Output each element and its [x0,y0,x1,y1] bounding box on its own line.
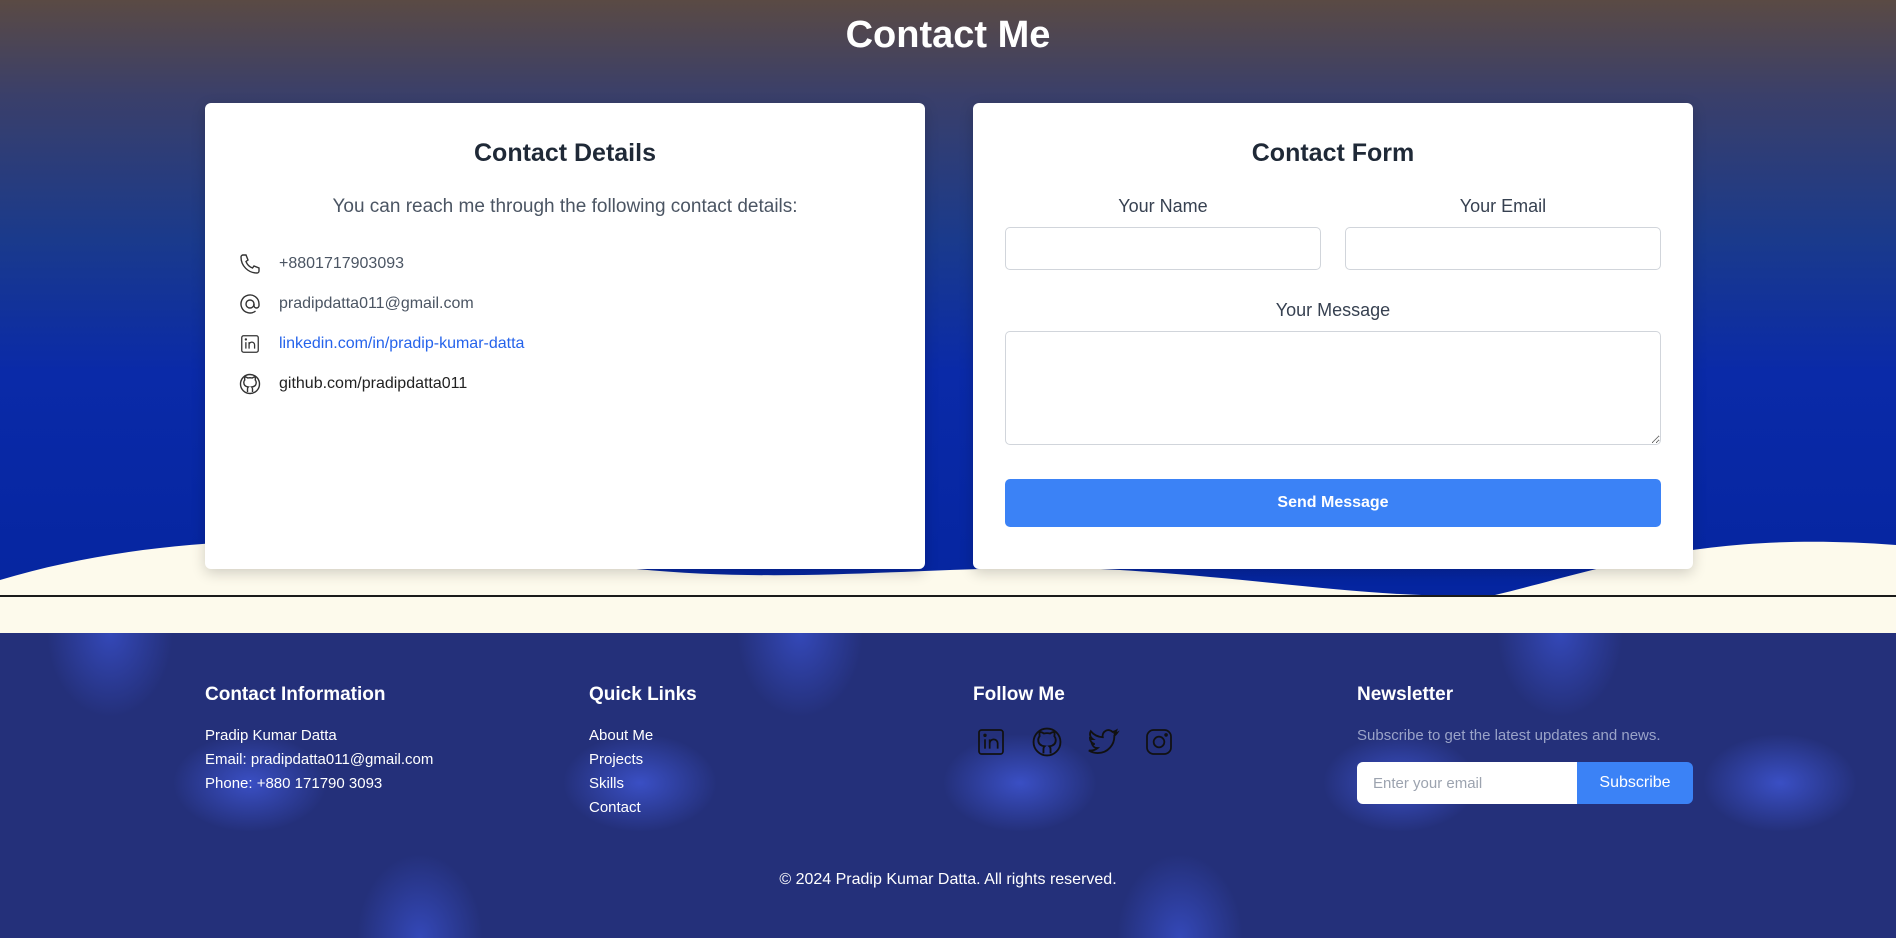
footer-contact-heading: Contact Information [205,684,386,705]
footer-newsletter-column: Newsletter Subscribe to get the latest u… [1357,684,1741,820]
footer-columns: Contact Information Pradip Kumar Datta E… [205,684,1741,820]
contact-details-title: Contact Details [474,139,656,167]
form-name-email-row: Your Name Your Email [973,196,1693,270]
contact-form-card: Contact Form Your Name Your Email Your M… [973,103,1693,569]
footer-link-projects[interactable]: Projects [589,748,973,772]
contact-item-linkedin[interactable]: linkedin.com/in/pradip-kumar-datta [237,324,925,364]
page-title: Contact Me [845,14,1051,56]
footer-contact-phone: Phone: +880 171790 3093 [205,775,383,792]
contact-linkedin-link[interactable]: linkedin.com/in/pradip-kumar-datta [279,335,524,353]
linkedin-icon[interactable] [973,724,1009,760]
contact-item-phone: +8801717903093 [237,244,925,284]
contact-details-list: +8801717903093 pradipdatta011@gmail.com … [205,244,925,404]
social-icons [973,724,1357,760]
contact-phone-text: +8801717903093 [279,255,405,272]
footer-link-skills[interactable]: Skills [589,772,973,796]
footer-link-contact[interactable]: Contact [589,796,973,820]
twitter-icon[interactable] [1085,724,1121,760]
site-footer: Contact Information Pradip Kumar Datta E… [0,633,1896,938]
email-input[interactable] [1345,227,1661,270]
message-field-group: Your Message [973,300,1693,450]
section-divider [0,595,1896,597]
footer-follow-heading: Follow Me [973,684,1065,705]
footer-contact-column: Contact Information Pradip Kumar Datta E… [205,684,589,820]
contact-item-github[interactable]: github.com/pradipdatta011 [237,364,925,404]
contact-email-text: pradipdatta011@gmail.com [279,295,474,312]
footer-contact-name: Pradip Kumar Datta [205,727,337,744]
footer-quick-links-heading: Quick Links [589,684,697,705]
instagram-icon[interactable] [1141,724,1177,760]
name-field-group: Your Name [1005,196,1321,270]
copyright-text: © 2024 Pradip Kumar Datta. All rights re… [779,871,1117,888]
contact-form-title: Contact Form [1251,139,1415,167]
newsletter-email-input[interactable] [1357,762,1577,804]
footer-link-about[interactable]: About Me [589,724,973,748]
email-label: Your Email [1459,196,1547,216]
name-label: Your Name [1118,196,1208,216]
contact-item-email: pradipdatta011@gmail.com [237,284,925,324]
message-textarea[interactable] [1005,331,1661,445]
send-message-button[interactable]: Send Message [1005,479,1661,527]
name-input[interactable] [1005,227,1321,270]
linkedin-icon [237,331,263,357]
newsletter-description: Subscribe to get the latest updates and … [1357,727,1661,744]
footer-quick-links-column: Quick Links About Me Projects Skills Con… [589,684,973,820]
footer-follow-column: Follow Me [973,684,1357,820]
github-icon [237,371,263,397]
contact-details-subtitle: You can reach me through the following c… [332,196,798,217]
phone-icon [237,251,263,277]
subscribe-button[interactable]: Subscribe [1577,762,1693,804]
github-icon[interactable] [1029,724,1065,760]
footer-contact-email: Email: pradipdatta011@gmail.com [205,751,434,768]
footer-newsletter-heading: Newsletter [1357,684,1454,705]
message-label: Your Message [1275,300,1391,320]
email-field-group: Your Email [1345,196,1661,270]
contact-details-card: Contact Details You can reach me through… [205,103,925,569]
at-icon [237,291,263,317]
newsletter-form: Subscribe [1357,762,1693,804]
contact-github-text[interactable]: github.com/pradipdatta011 [279,375,467,393]
